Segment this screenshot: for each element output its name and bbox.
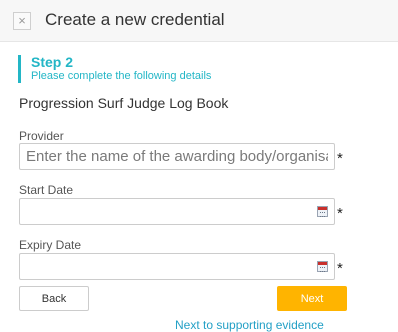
provider-input[interactable] xyxy=(20,144,334,169)
step-subtitle: Please complete the following details xyxy=(31,70,212,82)
credential-name: Progression Surf Judge Log Book xyxy=(19,95,229,111)
step-indicator: Step 2 Please complete the following det… xyxy=(18,55,378,83)
calendar-icon[interactable] xyxy=(317,261,328,272)
expiry-date-field-wrapper xyxy=(19,253,335,280)
step-title: Step 2 xyxy=(31,54,74,70)
provider-field-wrapper xyxy=(19,143,335,170)
dialog-header: × Create a new credential xyxy=(0,0,398,42)
required-mark: * xyxy=(337,150,343,167)
provider-label: Provider xyxy=(19,129,64,143)
back-button[interactable]: Back xyxy=(19,286,89,311)
start-date-field-wrapper xyxy=(19,198,335,225)
next-button[interactable]: Next xyxy=(277,286,347,311)
calendar-icon[interactable] xyxy=(317,206,328,217)
start-date-label: Start Date xyxy=(19,183,74,197)
next-to-supporting-evidence-link[interactable]: Next to supporting evidence xyxy=(175,318,324,332)
required-mark: * xyxy=(337,205,343,222)
dialog-title: Create a new credential xyxy=(45,10,225,29)
expiry-date-label: Expiry Date xyxy=(19,238,82,252)
required-mark: * xyxy=(337,260,343,277)
expiry-date-input[interactable] xyxy=(20,254,334,279)
start-date-input[interactable] xyxy=(20,199,334,224)
close-icon[interactable]: × xyxy=(13,12,31,30)
